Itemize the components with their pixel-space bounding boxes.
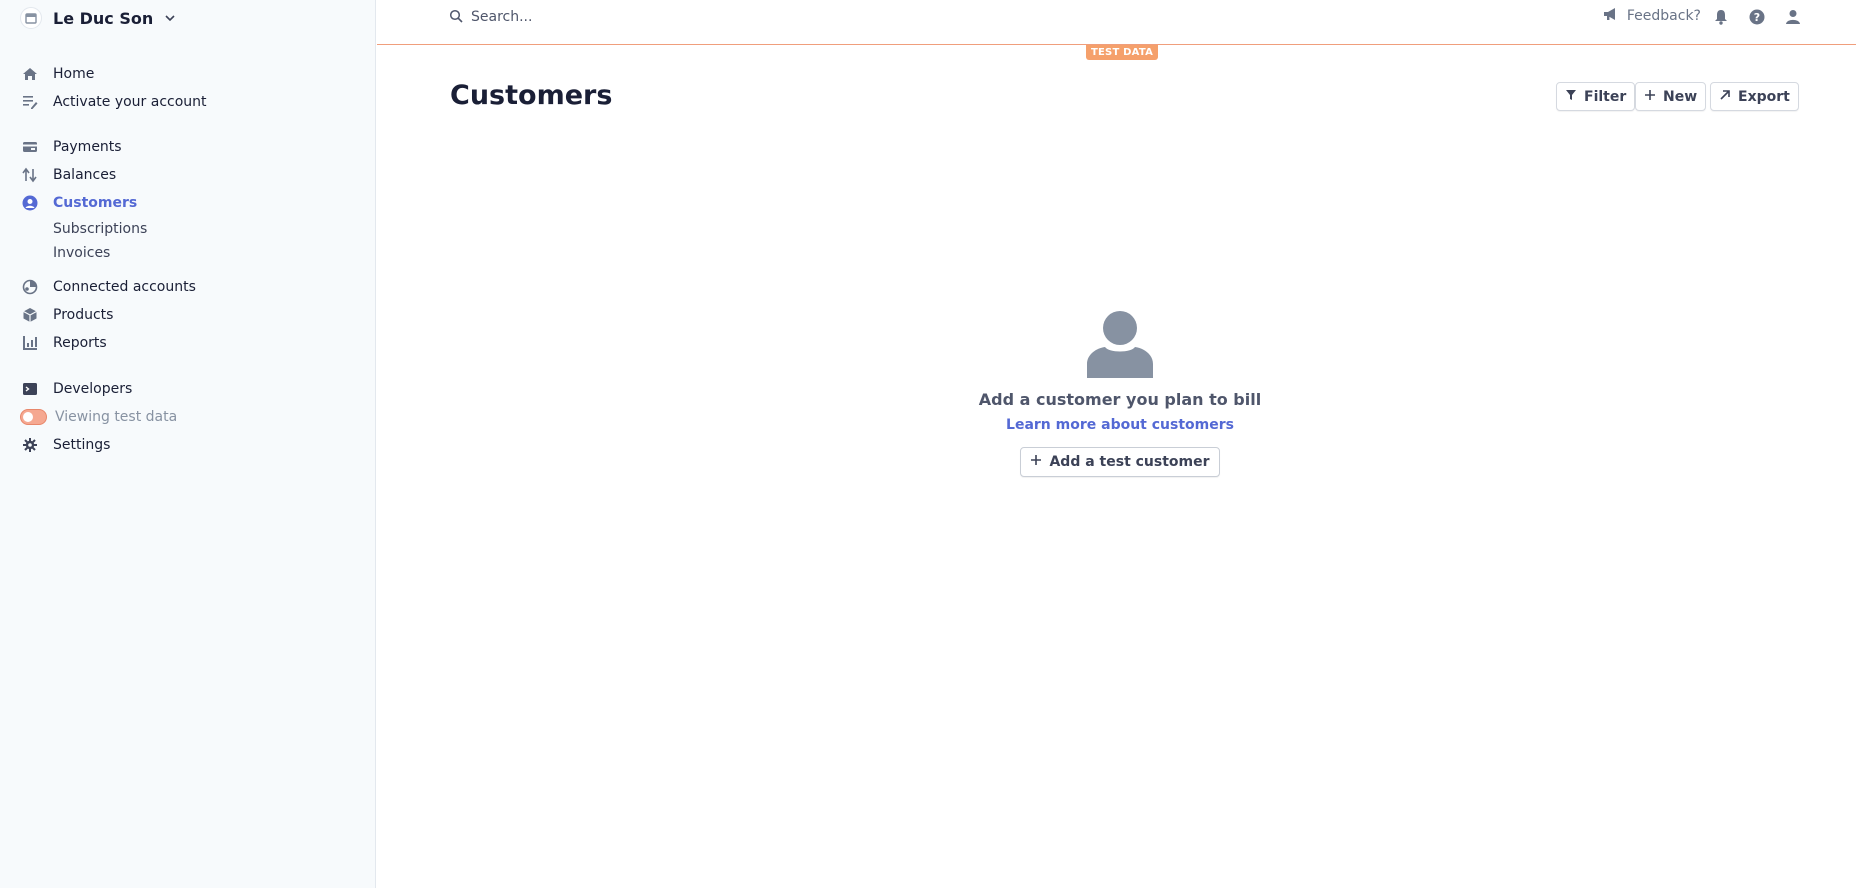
search-input[interactable]: Search... <box>449 8 532 26</box>
sidebar-item-payments[interactable]: Payments <box>20 136 122 158</box>
empty-state-message: Add a customer you plan to bill <box>978 390 1262 409</box>
sidebar-item-label: Settings <box>53 437 111 453</box>
chevron-down-icon <box>164 9 176 28</box>
connected-icon <box>20 277 40 297</box>
sidebar-item-customers[interactable]: Customers <box>20 192 137 214</box>
customer-placeholder-icon <box>1087 310 1153 378</box>
gear-icon <box>20 435 40 455</box>
plus-icon <box>1644 89 1656 105</box>
arrow-up-right-icon <box>1719 89 1731 105</box>
feedback-button[interactable]: Feedback? <box>1603 7 1701 25</box>
add-test-customer-button[interactable]: Add a test customer <box>1020 447 1220 477</box>
sidebar-subitem-subscriptions[interactable]: Subscriptions <box>53 219 147 239</box>
account-switcher[interactable]: Le Duc Son <box>20 4 176 32</box>
new-button[interactable]: New <box>1635 82 1707 111</box>
sidebar: Le Duc Son Home Activate your account Pa… <box>0 0 376 888</box>
sidebar-item-settings[interactable]: Settings <box>20 434 110 456</box>
sidebar-item-test-data-toggle[interactable]: Viewing test data <box>20 406 177 428</box>
page-title: Customers <box>450 80 613 111</box>
sidebar-item-label: Products <box>53 307 114 323</box>
sidebar-item-reports[interactable]: Reports <box>20 332 107 354</box>
sidebar-item-label: Payments <box>53 139 122 155</box>
top-bar: Search... Feedback? ? <box>377 0 1856 45</box>
svg-text:?: ? <box>1754 11 1760 24</box>
sidebar-item-label: Connected accounts <box>53 279 196 295</box>
sidebar-item-label: Home <box>53 66 95 82</box>
store-icon <box>20 7 42 29</box>
help-icon[interactable]: ? <box>1747 7 1767 27</box>
balances-icon <box>20 165 40 185</box>
sidebar-item-label: Activate your account <box>53 94 207 110</box>
activate-icon <box>20 92 40 112</box>
customers-icon <box>20 193 40 213</box>
feedback-label: Feedback? <box>1626 8 1701 24</box>
bell-icon[interactable] <box>1711 7 1731 27</box>
sidebar-item-label: Viewing test data <box>55 409 178 425</box>
payments-icon <box>20 137 40 157</box>
sidebar-subitem-invoices[interactable]: Invoices <box>53 243 110 263</box>
sidebar-item-label: Customers <box>53 195 138 211</box>
sidebar-item-label: Developers <box>53 381 133 397</box>
sidebar-item-label: Reports <box>53 335 107 351</box>
sidebar-item-label: Balances <box>53 167 117 183</box>
sidebar-item-developers[interactable]: Developers <box>20 378 132 400</box>
home-icon <box>20 64 40 84</box>
user-profile-icon[interactable] <box>1783 7 1803 27</box>
filter-icon <box>1565 89 1577 105</box>
reports-icon <box>20 333 40 353</box>
sidebar-item-activate[interactable]: Activate your account <box>20 91 207 113</box>
developers-icon <box>20 379 40 399</box>
toggle-icon[interactable] <box>20 409 47 425</box>
search-icon <box>449 8 463 27</box>
export-button[interactable]: Export <box>1710 82 1799 111</box>
test-data-badge: TEST DATA <box>1086 45 1159 60</box>
search-placeholder: Search... <box>471 9 533 25</box>
learn-more-link[interactable]: Learn more about customers <box>1006 417 1234 433</box>
empty-state: Add a customer you plan to bill Learn mo… <box>900 310 1340 477</box>
sidebar-item-products[interactable]: Products <box>20 304 113 326</box>
megaphone-icon <box>1603 7 1619 25</box>
sidebar-item-connected-accounts[interactable]: Connected accounts <box>20 276 196 298</box>
plus-icon <box>1030 454 1042 470</box>
products-icon <box>20 305 40 325</box>
sidebar-item-balances[interactable]: Balances <box>20 164 116 186</box>
sidebar-item-home[interactable]: Home <box>20 63 94 85</box>
account-name: Le Duc Son <box>53 8 154 28</box>
filter-button[interactable]: Filter <box>1556 82 1636 111</box>
